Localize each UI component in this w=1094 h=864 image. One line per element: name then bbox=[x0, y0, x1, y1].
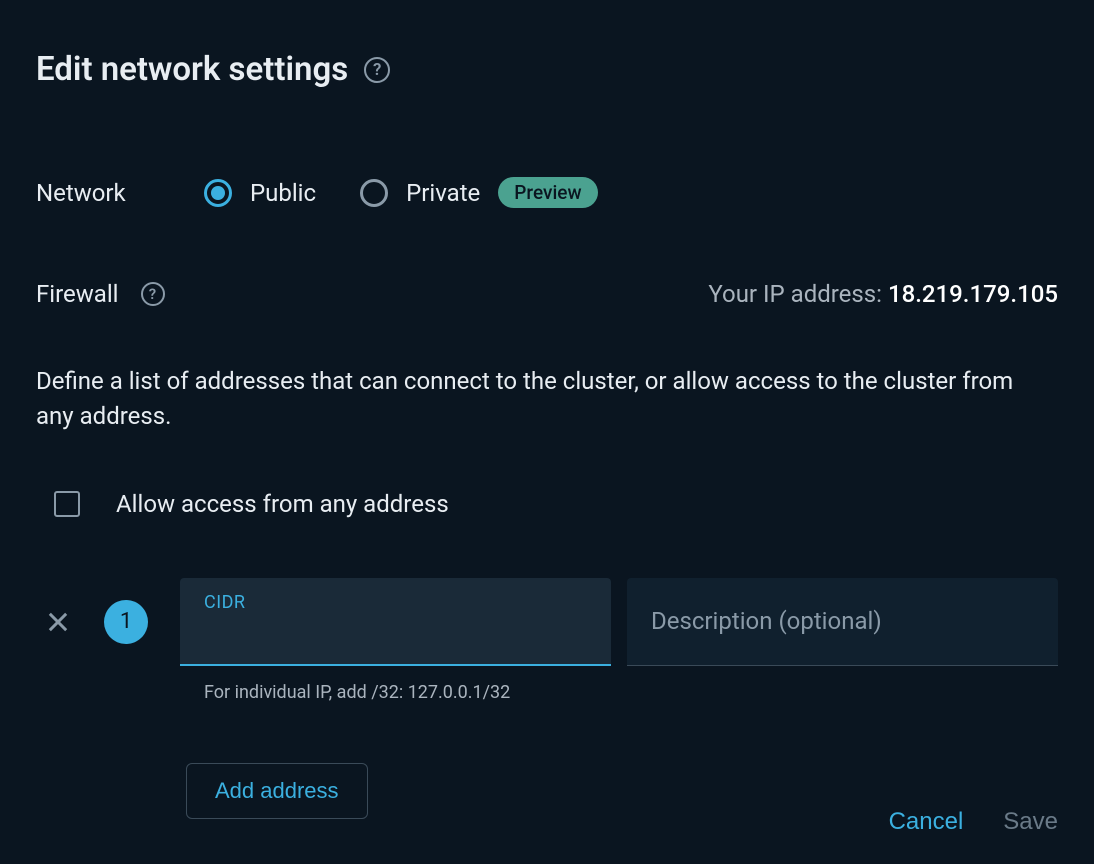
radio-circle-icon bbox=[360, 179, 388, 207]
page-title: Edit network settings bbox=[36, 50, 348, 89]
input-section: CIDR For individual IP, add /32: 127.0.0… bbox=[180, 578, 1058, 703]
help-icon[interactable]: ? bbox=[364, 57, 390, 83]
description-wrapper: Description (optional) bbox=[627, 578, 1058, 703]
cidr-label: CIDR bbox=[204, 592, 587, 613]
radio-public[interactable]: Public bbox=[204, 179, 316, 207]
page-header: Edit network settings ? bbox=[36, 50, 1058, 89]
network-row: Network Public Private Preview bbox=[36, 177, 1058, 208]
footer-actions: Cancel Save bbox=[889, 808, 1058, 836]
cidr-input[interactable]: CIDR bbox=[180, 578, 611, 666]
address-entry-row: 1 CIDR For individual IP, add /32: 127.0… bbox=[36, 578, 1058, 703]
save-button[interactable]: Save bbox=[1003, 808, 1058, 836]
ip-value: 18.219.179.105 bbox=[888, 280, 1058, 308]
allow-any-checkbox[interactable] bbox=[54, 491, 80, 517]
description-placeholder: Description (optional) bbox=[651, 607, 882, 635]
radio-public-label: Public bbox=[250, 179, 316, 207]
cidr-helper-text: For individual IP, add /32: 127.0.0.1/32 bbox=[180, 682, 611, 703]
close-icon[interactable] bbox=[44, 608, 72, 636]
preview-badge: Preview bbox=[498, 177, 597, 208]
firewall-row: Firewall ? Your IP address: 18.219.179.1… bbox=[36, 280, 1058, 308]
ip-label: Your IP address: bbox=[708, 280, 888, 308]
firewall-label: Firewall bbox=[36, 280, 119, 308]
allow-any-label: Allow access from any address bbox=[116, 490, 449, 518]
firewall-left: Firewall ? bbox=[36, 280, 165, 308]
allow-any-row: Allow access from any address bbox=[36, 490, 1058, 518]
radio-dot-icon bbox=[211, 186, 225, 200]
cancel-button[interactable]: Cancel bbox=[889, 808, 964, 836]
radio-private-label: Private bbox=[406, 179, 480, 207]
network-label: Network bbox=[36, 179, 204, 207]
cidr-wrapper: CIDR For individual IP, add /32: 127.0.0… bbox=[180, 578, 611, 703]
entry-number-badge: 1 bbox=[104, 600, 148, 644]
firewall-description: Define a list of addresses that can conn… bbox=[36, 364, 1046, 434]
radio-private[interactable]: Private bbox=[360, 179, 480, 207]
radio-circle-selected-icon bbox=[204, 179, 232, 207]
add-address-button[interactable]: Add address bbox=[186, 763, 368, 819]
network-radio-group: Public Private Preview bbox=[204, 177, 598, 208]
help-icon[interactable]: ? bbox=[141, 282, 165, 306]
ip-info: Your IP address: 18.219.179.105 bbox=[708, 280, 1058, 308]
description-input[interactable]: Description (optional) bbox=[627, 578, 1058, 666]
